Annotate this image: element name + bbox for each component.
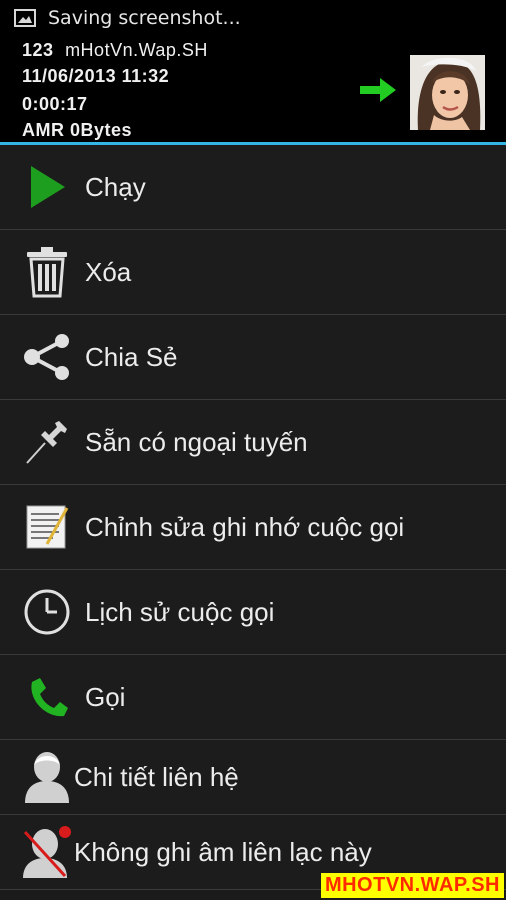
pin-icon — [12, 412, 82, 472]
status-bar: Saving screenshot... — [0, 0, 506, 36]
image-icon — [14, 9, 36, 27]
menu-item-play[interactable]: Chạy — [0, 145, 506, 230]
recording-header: 123 mHotVn.Wap.SH 11/06/2013 11:32 0:00:… — [0, 36, 506, 142]
recording-name: mHotVn.Wap.SH — [65, 40, 208, 60]
menu-item-contact-details[interactable]: Chi tiết liên hệ — [0, 740, 506, 815]
contact-photo[interactable] — [410, 55, 485, 130]
trash-icon — [12, 242, 82, 302]
contact-blocked-icon — [12, 822, 82, 882]
menu-item-call-history[interactable]: Lịch sử cuộc gọi — [0, 570, 506, 655]
play-icon — [12, 157, 82, 217]
menu-item-call[interactable]: Gọi — [0, 655, 506, 740]
watermark: MHOTVN.WAP.SH — [320, 873, 504, 898]
recording-title: 123 mHotVn.Wap.SH — [22, 40, 208, 61]
menu-item-label: Lịch sử cuộc gọi — [85, 596, 275, 627]
recording-datetime: 11/06/2013 11:32 — [22, 66, 170, 86]
menu-item-label: Xóa — [85, 256, 132, 287]
clock-icon — [12, 582, 82, 642]
recording-format: AMR 0Bytes — [22, 120, 133, 140]
contact-icon — [12, 747, 82, 807]
menu-item-label: Sẵn có ngoại tuyến — [85, 426, 308, 457]
status-notification: Saving screenshot... — [48, 7, 241, 29]
menu-item-offline[interactable]: Sẵn có ngoại tuyến — [0, 400, 506, 485]
menu-item-delete[interactable]: Xóa — [0, 230, 506, 315]
recording-duration: 0:00:17 — [22, 94, 88, 114]
menu-item-label: Chạy — [85, 171, 146, 202]
menu-item-label: Chỉnh sửa ghi nhớ cuộc gọi — [85, 511, 405, 542]
context-menu: Chạy Xóa Chia Sẻ Sẵn có ngoại tuyến Chỉn… — [0, 145, 506, 890]
arrow-right-icon — [360, 78, 396, 102]
menu-item-share[interactable]: Chia Sẻ — [0, 315, 506, 400]
share-icon — [12, 327, 82, 387]
menu-item-edit-memo[interactable]: Chỉnh sửa ghi nhớ cuộc gọi — [0, 485, 506, 570]
menu-item-label: Gọi — [85, 681, 126, 712]
menu-item-label: Không ghi âm liên lạc này — [74, 836, 372, 867]
menu-item-label: Chi tiết liên hệ — [74, 761, 239, 792]
menu-item-label: Chia Sẻ — [85, 341, 178, 372]
recording-number: 123 — [22, 40, 54, 60]
notepad-icon — [12, 497, 82, 557]
phone-icon — [12, 667, 82, 727]
